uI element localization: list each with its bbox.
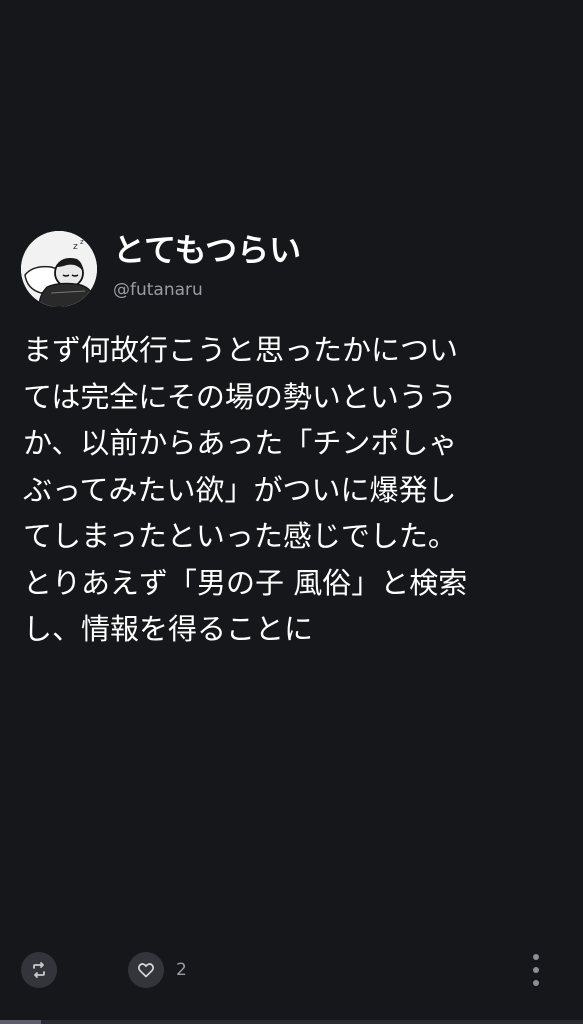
sleeping-character-avatar-icon: z z z [21,231,97,307]
like-button[interactable] [128,952,164,988]
post-text-line: まず何故行こうと思ったかについ [23,333,459,367]
more-options-button[interactable] [524,950,548,990]
more-vertical-icon [533,980,539,986]
retweet-button[interactable] [21,952,57,988]
like-count: 2 [176,960,187,980]
svg-text:z: z [73,242,78,252]
post-text-line: か、以前からあった「チンポしゃ [23,426,458,460]
post-text-line: し、情報を得ることに [23,612,314,646]
media-progress-bar[interactable] [0,1020,583,1024]
more-vertical-icon [533,954,539,960]
post-text: まず何故行こうと思ったかについ ては完全にその場の勢いというう か、以前からあっ… [23,327,573,653]
heart-icon [138,963,154,978]
handle[interactable]: @futanaru [113,279,203,301]
media-progress-fill [0,1020,41,1024]
svg-text:z: z [80,238,84,246]
post-text-line: ては完全にその場の勢いというう [23,379,457,414]
post-text-line: てしまったといった感じでした。 [23,519,457,553]
svg-text:z: z [86,235,89,242]
post-text-line: とりあえず「男の子 風俗」と検索 [23,565,468,600]
retweet-icon [33,962,45,978]
more-vertical-icon [533,967,539,973]
post-text-line: ぶってみたい欲」がついに爆発し [23,472,457,507]
display-name[interactable]: とてもつらい [113,228,301,272]
avatar[interactable]: z z z [21,231,97,307]
